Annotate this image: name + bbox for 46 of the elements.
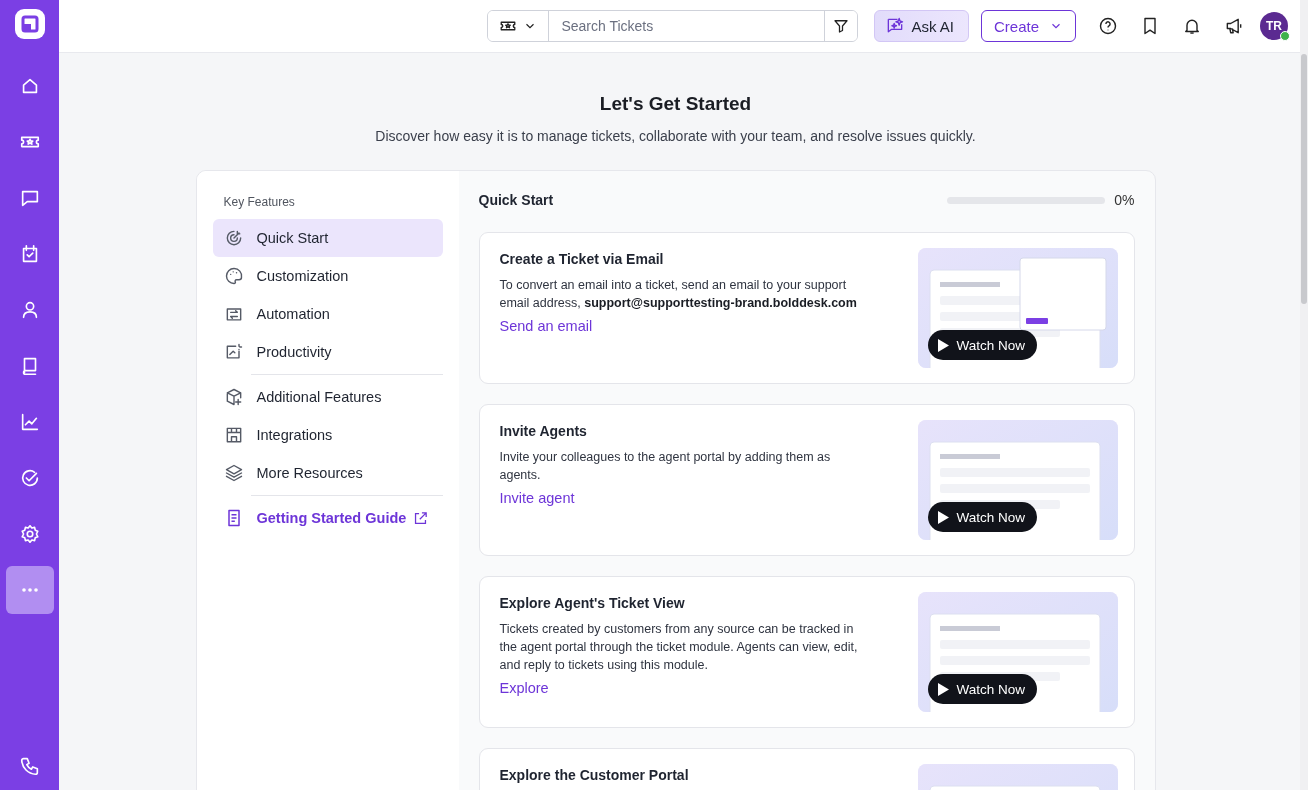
gear-icon <box>18 523 41 545</box>
palette-icon <box>223 266 244 286</box>
megaphone-icon[interactable] <box>1224 16 1244 36</box>
feature-nav-item[interactable]: Integrations <box>212 416 443 454</box>
feature-nav-item[interactable]: Additional Features <box>212 378 443 416</box>
card-link[interactable]: Invite agent <box>499 490 575 506</box>
filter-button[interactable] <box>824 11 858 41</box>
section-heading: Key Features <box>222 195 296 209</box>
play-icon <box>937 682 949 696</box>
card-link[interactable]: Explore <box>499 680 549 696</box>
card-title: Explore the Customer Portal <box>499 767 690 783</box>
more-icon <box>21 588 38 592</box>
card-description: To convert an email into a ticket, send an email to your support email address, support@supporttesting-brand.bolddesk.com <box>499 277 858 312</box>
progress-reading: 0% <box>1114 192 1135 208</box>
page-title: Let's Get Started <box>599 93 752 115</box>
card-description: Tickets created by customers from any source can be tracked in the agent portal through the ticket module. Agents can view, edit, and reply to tickets using this module. <box>499 621 859 674</box>
ticket-type-dropdown[interactable] <box>488 11 550 41</box>
filter-icon <box>832 17 851 35</box>
feature-nav-item[interactable]: More Resources <box>212 454 443 492</box>
search-bar[interactable]: Search Tickets <box>487 10 859 42</box>
feature-nav-item[interactable]: Customization <box>212 257 443 295</box>
watch-now-button[interactable]: Watch Now <box>927 502 1037 532</box>
app-logo[interactable] <box>13 8 46 40</box>
ask-ai-button[interactable]: Ask AI <box>874 10 969 42</box>
card-link[interactable]: Send an email <box>499 318 593 334</box>
create-button[interactable]: Create <box>980 10 1076 42</box>
card-title: Invite Agents <box>499 423 588 439</box>
page-subtitle: Discover how easy it is to manage tickets, collaborate with your team, and resolve issues quickly. <box>375 128 976 144</box>
card-title: Explore Agent's Ticket View <box>499 595 686 611</box>
layers-icon <box>223 463 244 483</box>
user-avatar[interactable]: TR <box>1260 12 1288 40</box>
watch-now-button[interactable]: Watch Now <box>927 330 1037 360</box>
card-description: Invite your colleagues to the agent portal by adding them as agents. <box>499 449 832 484</box>
panel-title: Quick Start <box>478 192 555 208</box>
feature-nav-item[interactable]: Quick Start <box>212 219 443 257</box>
phone-icon <box>18 755 41 777</box>
card-title: Create a Ticket via Email <box>499 251 665 267</box>
feature-nav-item[interactable]: Productivity <box>212 333 443 371</box>
play-icon <box>937 338 949 352</box>
help-icon[interactable] <box>1098 16 1118 36</box>
play-icon <box>937 510 949 524</box>
watch-now-button[interactable]: Watch Now <box>927 674 1037 704</box>
more-button[interactable] <box>5 566 54 614</box>
getting-started-guide-link[interactable]: Getting Started Guide <box>212 499 443 537</box>
external-link-icon <box>412 509 430 527</box>
feature-nav-item[interactable]: Automation <box>212 295 443 333</box>
